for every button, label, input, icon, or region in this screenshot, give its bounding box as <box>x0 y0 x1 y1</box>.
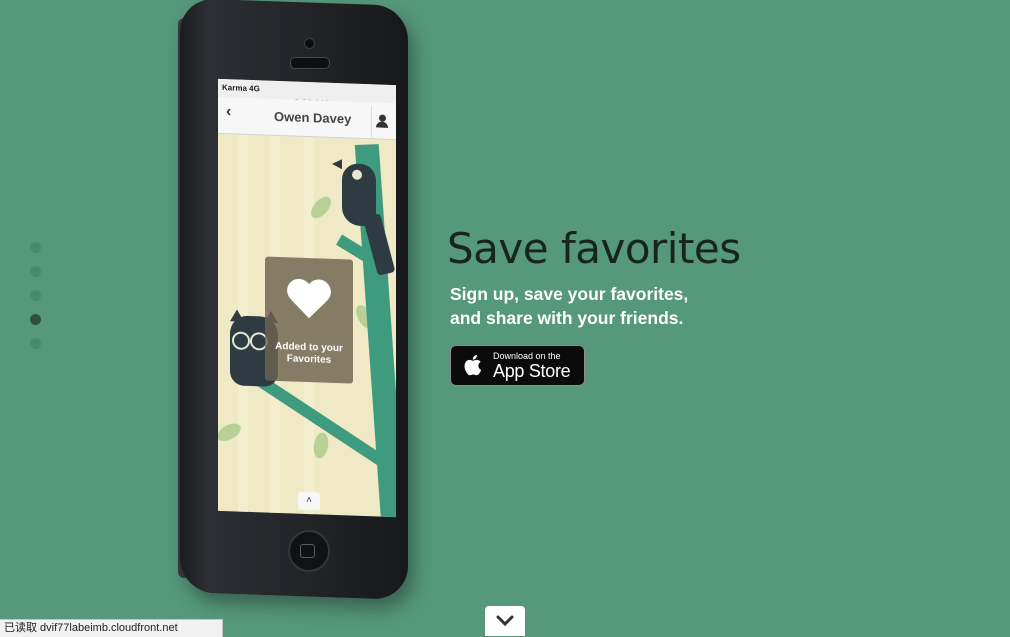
back-chevron-icon[interactable]: ‹ <box>226 103 231 121</box>
pagination-dot-1[interactable] <box>30 242 41 253</box>
bird-beak-illustration <box>332 158 342 170</box>
subtext-line-2: and share with your friends. <box>450 308 684 328</box>
section-pagination <box>30 242 41 362</box>
phone-nav-bar: ‹ Owen Davey <box>218 96 396 141</box>
owl-eye-illustration <box>232 331 250 351</box>
section-headline: Save favorites <box>447 224 741 273</box>
profile-title: Owen Davey <box>274 108 352 127</box>
pagination-dot-4-active[interactable] <box>30 314 41 325</box>
section-subtext: Sign up, save your favorites, and share … <box>450 282 750 330</box>
app-store-badge-button[interactable]: Download on the App Store <box>450 345 585 386</box>
pagination-dot-2[interactable] <box>30 266 41 277</box>
chevron-down-icon <box>496 615 514 627</box>
phone-screen: Karma 4G 9:30 AM ‹ Owen Davey Added to y… <box>218 78 396 518</box>
favorites-toast-text: Added to your Favorites <box>275 340 343 366</box>
phone-camera <box>304 38 315 49</box>
chevron-up-icon[interactable]: ˄ <box>298 491 320 511</box>
profile-list-icon[interactable] <box>371 106 396 140</box>
pagination-dot-3[interactable] <box>30 290 41 301</box>
apple-icon <box>464 354 482 376</box>
subtext-line-1: Sign up, save your favorites, <box>450 284 689 304</box>
phone-speaker <box>290 57 330 69</box>
scroll-down-button[interactable] <box>485 606 525 636</box>
leaf-illustration <box>311 431 331 460</box>
app-store-small-text: Download on the <box>493 351 561 361</box>
heart-icon <box>286 279 332 325</box>
bird-eye-illustration <box>350 167 364 182</box>
added-to-favorites-toast: Added to your Favorites <box>265 256 353 384</box>
pagination-dot-5[interactable] <box>30 338 41 349</box>
browser-status-bar: 已读取 dvif77labeimb.cloudfront.net <box>0 619 223 637</box>
app-store-big-text: App Store <box>493 361 571 381</box>
carrier-label: Karma 4G <box>222 83 260 94</box>
home-button-square-icon <box>300 544 315 558</box>
